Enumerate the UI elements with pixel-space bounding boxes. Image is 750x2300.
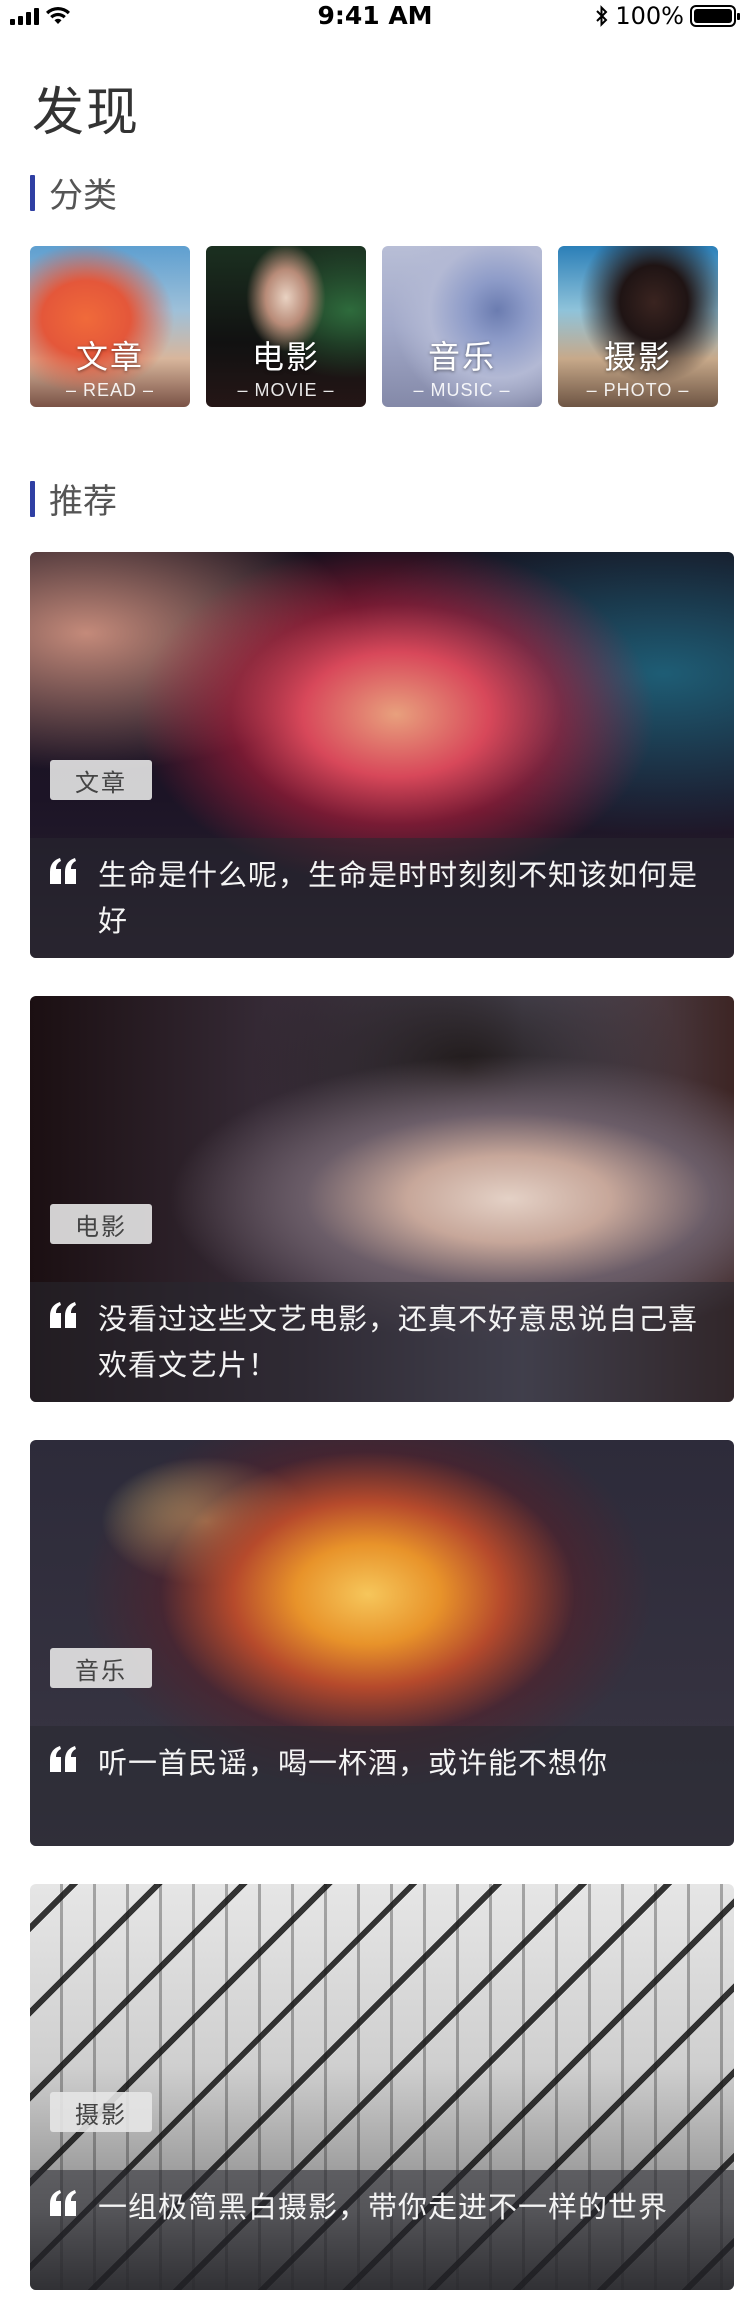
- category-sublabel: – PHOTO –: [586, 380, 690, 400]
- quote-icon: [50, 2190, 76, 2216]
- category-row: 文章 – READ – 电影 – MOVIE – 音乐 – MUSIC – 摄影…: [30, 246, 720, 407]
- battery-icon: [690, 5, 740, 27]
- category-label: 音乐: [427, 338, 496, 376]
- category-tile-read[interactable]: 文章 – READ –: [30, 246, 190, 407]
- category-tile-photo[interactable]: 摄影 – PHOTO –: [558, 246, 718, 407]
- category-section-header: 分类: [30, 168, 117, 217]
- section-accent-bar: [30, 174, 35, 211]
- recommend-card-music[interactable]: 音乐 听一首民谣，喝一杯酒，或许能不想你: [30, 1440, 734, 1846]
- category-sublabel: – MUSIC –: [413, 380, 511, 400]
- discover-page: 9:41 AM 100% 发现 分类 文章 – READ – 电影 – MOVI…: [0, 0, 750, 2300]
- category-sublabel: – READ –: [65, 380, 155, 400]
- quote-icon: [50, 1746, 76, 1772]
- quote-icon: [50, 858, 76, 884]
- recommend-card-photo[interactable]: 摄影 一组极简黑白摄影，带你走进不一样的世界: [30, 1884, 734, 2290]
- recommend-card-movie[interactable]: 电影 没看过这些文艺电影，还真不好意思说自己喜欢看文艺片！: [30, 996, 734, 1402]
- category-label: 摄影: [603, 338, 672, 376]
- card-tag: 摄影: [50, 2092, 152, 2132]
- card-caption: 听一首民谣，喝一杯酒，或许能不想你: [30, 1726, 734, 1846]
- card-text: 一组极简黑白摄影，带你走进不一样的世界: [98, 2190, 669, 2224]
- quote-icon: [50, 1302, 76, 1328]
- card-caption: 没看过这些文艺电影，还真不好意思说自己喜欢看文艺片！: [30, 1282, 734, 1402]
- card-tag: 文章: [50, 760, 152, 800]
- card-caption: 生命是什么呢，生命是时时刻刻不知该如何是好: [30, 838, 734, 958]
- card-tag: 音乐: [50, 1648, 152, 1688]
- card-tag: 电影: [50, 1204, 152, 1244]
- category-label: 文章: [75, 338, 144, 376]
- recommend-section-title: 推荐: [49, 482, 117, 522]
- status-bar: 9:41 AM 100%: [0, 0, 750, 32]
- card-caption: 一组极简黑白摄影，带你走进不一样的世界: [30, 2170, 734, 2290]
- page-title: 发现: [32, 83, 141, 143]
- category-label: 电影: [251, 338, 320, 376]
- recommend-card-article[interactable]: 文章 生命是什么呢，生命是时时刻刻不知该如何是好: [30, 552, 734, 958]
- category-section-title: 分类: [49, 176, 117, 216]
- card-text: 没看过这些文艺电影，还真不好意思说自己喜欢看文艺片！: [98, 1302, 699, 1382]
- category-tile-movie[interactable]: 电影 – MOVIE –: [206, 246, 366, 407]
- category-sublabel: – MOVIE –: [237, 380, 335, 400]
- category-tile-music[interactable]: 音乐 – MUSIC –: [382, 246, 542, 407]
- card-text: 生命是什么呢，生命是时时刻刻不知该如何是好: [98, 858, 699, 938]
- status-time: 9:41 AM: [317, 1, 433, 30]
- card-text: 听一首民谣，喝一杯酒，或许能不想你: [98, 1746, 609, 1780]
- section-accent-bar: [30, 480, 35, 517]
- recommend-section-header: 推荐: [30, 474, 117, 523]
